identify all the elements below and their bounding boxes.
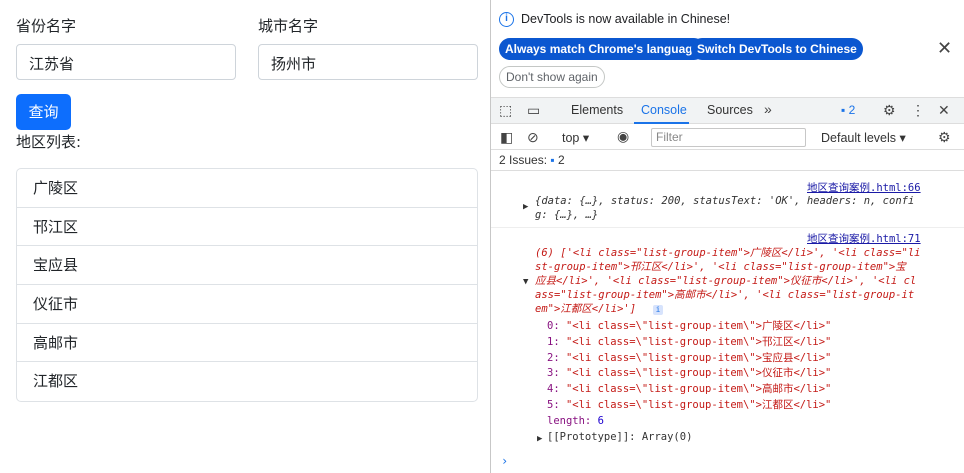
list-item: 高邮市: [17, 324, 477, 363]
array-preview-line: ass="list-group-item">高邮市</li>', '<li cl…: [535, 289, 915, 301]
web-page: 省份名字 江苏省 城市名字 扬州市 查询 地区列表: 广陵区 邗江区 宝应县 仪…: [0, 0, 490, 473]
source-link[interactable]: 地区查询案例.html:66: [807, 180, 921, 195]
tab-elements[interactable]: Elements: [571, 103, 623, 117]
issues-count: 2: [848, 103, 856, 117]
array-entry: 1: "<li class=\"list-group-item\">邗江区</l…: [547, 335, 831, 351]
console-toolbar: ◧ ⊘ top ▾ ◉ Filter Default levels ▾ ⚙: [491, 125, 964, 150]
dont-show-again-button[interactable]: Don't show again: [499, 66, 605, 88]
log-separator: [491, 227, 964, 228]
more-tabs-icon[interactable]: »: [764, 101, 772, 117]
issues-count-badge[interactable]: ▪ 2: [841, 103, 855, 117]
sidebar-toggle-icon[interactable]: ◧: [500, 129, 513, 146]
entry-key: 4:: [547, 383, 560, 395]
devtools-tabbar: ⬚ ▭ Elements Console Sources » ▪ 2 ⚙ ⋮ ✕: [491, 97, 964, 124]
message-icon: ▪: [550, 153, 555, 167]
list-item: 江都区: [33, 372, 79, 391]
region-list: 广陵区 邗江区 宝应县 仪征市 高邮市 江都区: [16, 168, 478, 403]
issues-label: 2 Issues:: [499, 153, 548, 167]
entry-value: "<li class=\"list-group-item\">宝应县</li>": [565, 352, 832, 364]
expand-arrow-icon[interactable]: ▶: [537, 434, 542, 444]
entry-value: "<li class=\"list-group-item\">高邮市</li>": [565, 383, 832, 395]
list-item: 邗江区: [17, 208, 477, 247]
entry-value: "<li class=\"list-group-item\">仪征市</li>": [565, 367, 832, 379]
device-toolbar-icon[interactable]: ▭: [527, 102, 540, 119]
array-entry: 0: "<li class=\"list-group-item\">广陵区</l…: [547, 319, 831, 335]
close-devtools-icon[interactable]: ✕: [938, 102, 950, 119]
log-object-line[interactable]: {data: {…}, status: 200, statusText: 'OK…: [535, 194, 914, 208]
devtools-panel: i DevTools is now available in Chinese! …: [490, 0, 964, 473]
source-link[interactable]: 地区查询案例.html:71: [807, 231, 921, 246]
eye-icon[interactable]: ◉: [617, 128, 629, 145]
active-tab-indicator: [634, 122, 689, 124]
city-label: 城市名字: [258, 17, 319, 35]
context-selector[interactable]: top ▾: [562, 130, 589, 145]
entry-key: 1:: [547, 336, 560, 348]
array-preview-line[interactable]: (6) ['<li class="list-group-item">广陵区</l…: [535, 246, 921, 260]
length-value: 6: [597, 415, 604, 427]
array-entry: 3: "<li class=\"list-group-item\">仪征市</l…: [547, 366, 831, 382]
console-output: 地区查询案例.html:66 ▶ {data: {…}, status: 200…: [491, 172, 964, 473]
prototype-entry[interactable]: [[Prototype]]: Array(0): [547, 430, 692, 446]
console-settings-icon[interactable]: ⚙: [938, 129, 951, 146]
array-entry: 4: "<li class=\"list-group-item\">高邮市</l…: [547, 382, 831, 398]
length-key: length:: [547, 415, 592, 427]
message-icon: ▪: [841, 103, 846, 117]
collapse-arrow-icon[interactable]: ▼: [523, 277, 528, 287]
issues-badge-count: 2: [557, 153, 565, 167]
list-item: 仪征市: [17, 285, 477, 324]
array-preview-line: em">江都区</li>']: [535, 303, 637, 315]
issues-bar[interactable]: 2 Issues: ▪ 2: [491, 151, 964, 171]
query-button[interactable]: 查询: [16, 94, 71, 130]
expand-arrow-icon[interactable]: ▶: [523, 202, 528, 212]
region-list-label: 地区列表:: [16, 133, 82, 151]
log-object-line: g: {…}, …}: [535, 209, 599, 221]
context-label: top: [562, 131, 580, 145]
province-input[interactable]: 江苏省: [16, 44, 236, 80]
entry-value: "<li class=\"list-group-item\">江都区</li>": [565, 399, 832, 411]
close-icon[interactable]: ✕: [937, 38, 952, 59]
inspect-element-icon[interactable]: ⬚: [499, 102, 512, 119]
always-match-language-button[interactable]: Always match Chrome's language: [499, 38, 706, 60]
entry-key: 0:: [547, 320, 560, 332]
switch-to-chinese-button[interactable]: Switch DevTools to Chinese: [691, 38, 863, 60]
city-input[interactable]: 扬州市: [258, 44, 478, 80]
entry-key: 5:: [547, 399, 560, 411]
array-entry: 5: "<li class=\"list-group-item\">江都区</l…: [547, 398, 831, 414]
tab-sources[interactable]: Sources: [707, 103, 753, 117]
province-label: 省份名字: [16, 17, 77, 35]
kebab-menu-icon[interactable]: ⋮: [911, 102, 925, 119]
levels-label: Default levels: [821, 131, 897, 145]
info-icon: i: [499, 12, 514, 27]
clear-console-icon[interactable]: ⊘: [527, 129, 539, 146]
array-preview-line: 应县</li>', '<li class="list-group-item">仪…: [535, 275, 917, 287]
list-item: 宝应县: [17, 246, 477, 286]
list-item: 广陵区: [17, 169, 477, 208]
info-icon[interactable]: i: [653, 305, 663, 315]
array-entry: 2: "<li class=\"list-group-item\">宝应县</l…: [547, 351, 831, 367]
language-banner: i DevTools is now available in Chinese! …: [491, 0, 964, 95]
banner-message: DevTools is now available in Chinese!: [521, 12, 731, 26]
array-preview-line: st-group-item">邗江区</li>', '<li class="li…: [535, 261, 906, 273]
console-prompt[interactable]: ›: [501, 454, 508, 468]
filter-input[interactable]: Filter: [651, 128, 806, 147]
array-length: length: 6: [547, 414, 604, 430]
entry-key: 3:: [547, 367, 560, 379]
entry-key: 2:: [547, 352, 560, 364]
entry-value: "<li class=\"list-group-item\">广陵区</li>": [565, 320, 832, 332]
entry-value: "<li class=\"list-group-item\">邗江区</li>": [565, 336, 832, 348]
gear-icon[interactable]: ⚙: [883, 102, 896, 119]
log-levels-dropdown[interactable]: Default levels ▾: [821, 130, 906, 145]
tab-console[interactable]: Console: [641, 103, 687, 117]
